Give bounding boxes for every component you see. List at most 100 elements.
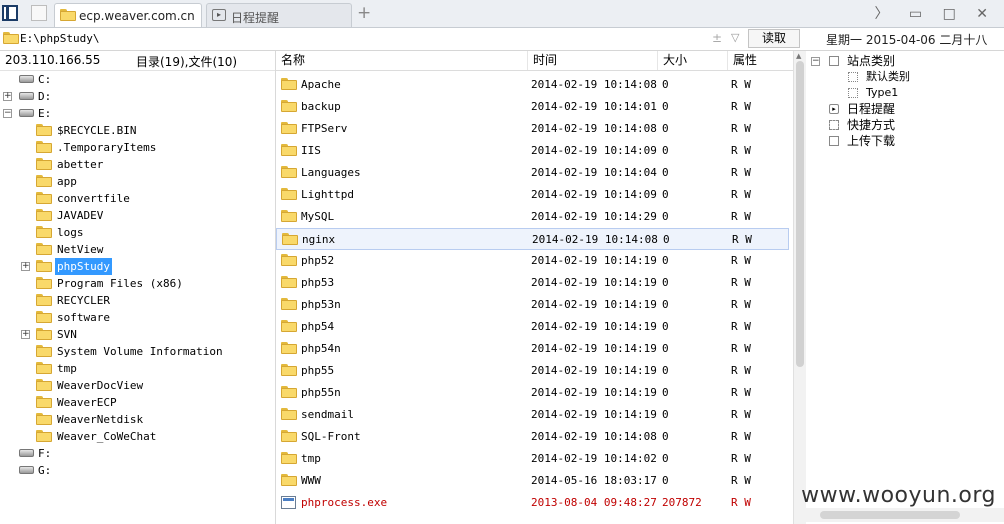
file-row[interactable]: php55n 2014-02-19 10:14:19 0 R W [276,382,789,404]
column-size[interactable]: 大小 [658,51,728,70]
tree-item[interactable]: tmp [0,360,275,377]
file-row[interactable]: php53n 2014-02-19 10:14:19 0 R W [276,294,789,316]
file-row[interactable]: WWW 2014-05-16 18:03:17 0 R W [276,470,789,492]
file-row[interactable]: FTPServ 2014-02-19 10:14:08 0 R W [276,118,789,140]
tree-item[interactable]: .TemporaryItems [0,139,275,156]
file-time: 2014-02-19 10:14:19 [531,298,657,311]
folder-icon [281,474,297,487]
file-attr: R W [731,188,751,201]
file-name: php52 [301,254,335,267]
tree-item[interactable]: logs [0,224,275,241]
tree-item[interactable]: abetter [0,156,275,173]
column-name[interactable]: 名称 [276,51,528,70]
site-tree-item[interactable]: 默认类别 [806,69,1004,85]
window-controls[interactable]: 〉 ▭ □ ✕ [874,3,996,23]
scroll-up-icon[interactable]: ▲ [796,52,801,60]
column-time[interactable]: 时间 [528,51,658,70]
expand-icon[interactable]: + [21,262,30,271]
file-row[interactable]: php53 2014-02-19 10:14:19 0 R W [276,272,789,294]
scroll-thumb[interactable] [796,61,804,367]
folder-icon [36,175,52,188]
expand-icon[interactable]: + [21,330,30,339]
tree-item[interactable]: Program Files (x86) [0,275,275,292]
file-row[interactable]: Apache 2014-02-19 10:14:08 0 R W [276,74,789,96]
tree-item[interactable]: + SVN [0,326,275,343]
chevron-down-icon[interactable]: ▽ [731,31,739,44]
file-row[interactable]: IIS 2014-02-19 10:14:09 0 R W [276,140,789,162]
site-tree-item[interactable]: 上传下载 [806,133,1004,149]
site-tree-label: 默认类别 [866,70,910,83]
tree-item[interactable]: JAVADEV [0,207,275,224]
file-attr: R W [731,78,751,91]
file-row[interactable]: sendmail 2014-02-19 10:14:19 0 R W [276,404,789,426]
site-tree-item[interactable]: 快捷方式 [806,117,1004,133]
sidebar-toggle-icon[interactable] [2,5,18,21]
tree-item-label: phpStudy [55,258,112,275]
folder-icon [36,362,52,375]
tree-item[interactable]: WeaverECP [0,394,275,411]
file-row[interactable]: backup 2014-02-19 10:14:01 0 R W [276,96,789,118]
folder-icon [36,192,52,205]
tree-item[interactable]: $RECYCLE.BIN [0,122,275,139]
folder-icon [36,328,52,341]
new-tab-button[interactable]: + [357,3,371,23]
read-button[interactable]: 读取 [748,29,800,48]
folder-icon [281,452,297,465]
file-row[interactable]: phprocess.exe 2013-08-04 09:48:27 207872 R … [276,492,789,514]
tree-item[interactable]: + D: [0,88,275,105]
tree-item[interactable]: app [0,173,275,190]
tree-item[interactable]: F: [0,445,275,462]
tree-item[interactable]: software [0,309,275,326]
site-tree-item[interactable]: ▸ 日程提醒 [806,101,1004,117]
collapse-icon[interactable]: − [811,57,820,66]
folder-icon [281,166,297,179]
file-row[interactable]: tmp 2014-02-19 10:14:02 0 R W [276,448,789,470]
tree-item[interactable]: RECYCLER [0,292,275,309]
file-row[interactable]: nginx 2014-02-19 10:14:08 0 R W [276,228,789,250]
horizontal-scrollbar[interactable] [795,508,1004,522]
tree-item[interactable]: + phpStudy [0,258,275,275]
scroll-thumb[interactable] [820,511,960,519]
schedule-icon: ▸ [212,9,226,21]
tree-item-label: WeaverECP [57,396,117,409]
dir-file-count: 目录(19),文件(10) [136,55,238,69]
file-row[interactable]: php54 2014-02-19 10:14:19 0 R W [276,316,789,338]
file-row[interactable]: php55 2014-02-19 10:14:19 0 R W [276,360,789,382]
vertical-scrollbar[interactable]: ▲ ▼ [793,51,806,524]
blank-page-icon[interactable] [31,5,47,21]
category-icon [848,88,858,98]
path-input[interactable] [20,29,710,47]
plusminus-icon[interactable]: ± [712,31,722,45]
tree-item[interactable]: G: [0,462,275,479]
tree-item[interactable]: convertfile [0,190,275,207]
file-name: Languages [301,166,361,179]
column-attr[interactable]: 属性 [728,51,789,70]
file-row[interactable]: Languages 2014-02-19 10:14:04 0 R W [276,162,789,184]
site-tree-item[interactable]: − 站点类别 [806,53,1004,69]
file-name: php54n [301,342,341,355]
file-row[interactable]: php52 2014-02-19 10:14:19 0 R W [276,250,789,272]
tab-ecp[interactable]: ecp.weaver.com.cn [54,3,202,27]
file-attr: R W [731,254,751,267]
tree-item[interactable]: C: [0,71,275,88]
file-row[interactable]: php54n 2014-02-19 10:14:19 0 R W [276,338,789,360]
tree-item-label: tmp [57,362,77,375]
file-size: 0 [662,100,669,113]
file-size: 0 [662,342,669,355]
tree-item[interactable]: Weaver_CoWeChat [0,428,275,445]
site-tree-item[interactable]: Type1 [806,85,1004,101]
collapse-icon[interactable]: − [3,109,12,118]
file-row[interactable]: Lighttpd 2014-02-19 10:14:09 0 R W [276,184,789,206]
tree-item[interactable]: WeaverDocView [0,377,275,394]
file-time: 2014-02-19 10:14:08 [531,122,657,135]
tab-schedule[interactable]: ▸ 日程提醒 [206,3,352,27]
tree-item[interactable]: − E: [0,105,275,122]
expand-icon[interactable]: + [3,92,12,101]
tree-item[interactable]: NetView [0,241,275,258]
file-row[interactable]: MySQL 2014-02-19 10:14:29 0 R W [276,206,789,228]
file-time: 2014-02-19 10:14:19 [531,386,657,399]
tree-item[interactable]: WeaverNetdisk [0,411,275,428]
file-row[interactable]: SQL-Front 2014-02-19 10:14:08 0 R W [276,426,789,448]
tree-item[interactable]: System Volume Information [0,343,275,360]
file-attr: R W [731,408,751,421]
